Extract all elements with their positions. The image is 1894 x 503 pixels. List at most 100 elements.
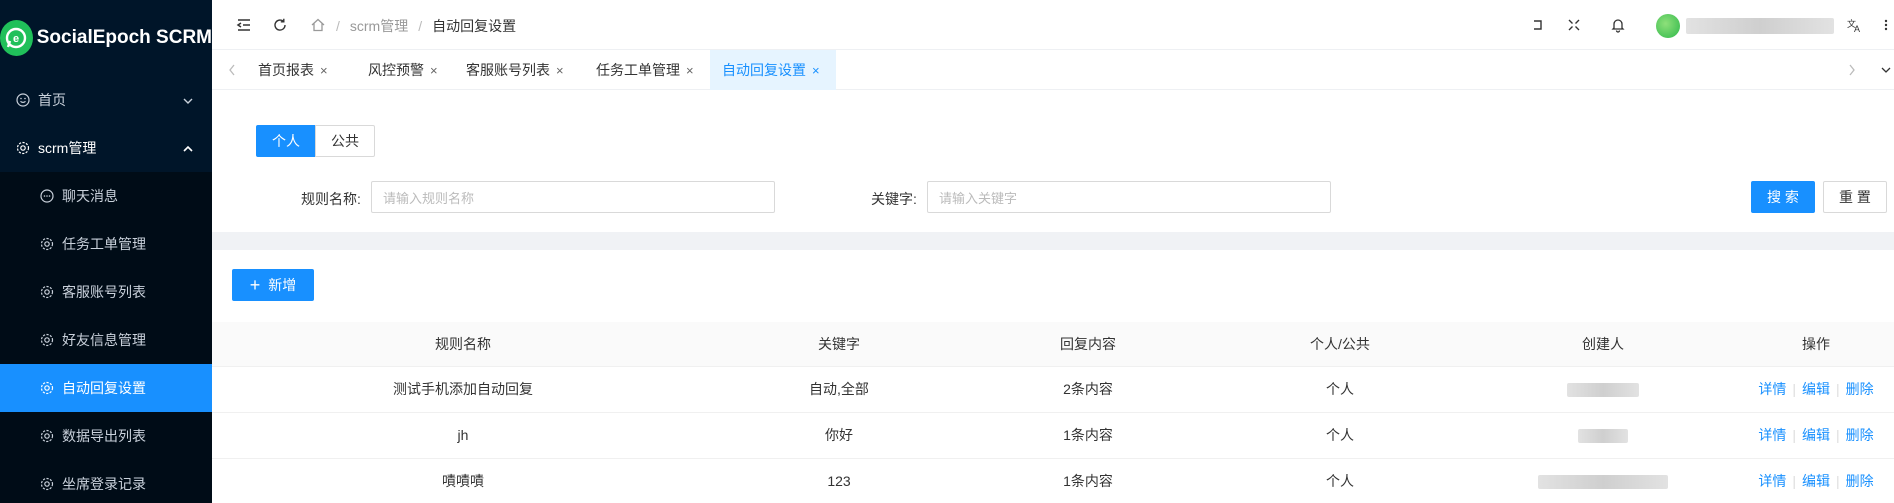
cell-creator	[1468, 458, 1738, 503]
sidebar-item-scrm[interactable]: scrm管理	[0, 124, 212, 172]
svg-text:A: A	[1854, 24, 1860, 33]
cell-keyword: 自动,全部	[714, 366, 964, 413]
cell-reply-content: 1条内容	[964, 412, 1212, 459]
edit-link[interactable]: 编辑	[1802, 473, 1830, 489]
more-icon[interactable]	[1876, 15, 1894, 35]
chat-icon	[40, 189, 54, 203]
plus-icon: +	[249, 275, 261, 295]
close-icon[interactable]: ×	[812, 63, 820, 78]
sidebar-item-label: scrm管理	[38, 140, 97, 156]
auto-reply-table: 规则名称 关键字 回复内容 个人/公共 创建人 操作 测试手机添加自动回复 自动…	[212, 322, 1894, 503]
segment-public[interactable]: 公共	[315, 125, 375, 157]
cell-actions: 详情 | 编辑 | 删除	[1738, 366, 1894, 413]
column-header-scope: 个人/公共	[1212, 322, 1468, 367]
sidebar-item-label: 数据导出列表	[62, 428, 146, 444]
blurred-creator	[1538, 475, 1668, 490]
sidebar-item-label: 任务工单管理	[62, 236, 146, 252]
tab-dashboard[interactable]: 首页报表 ×	[258, 50, 328, 90]
delete-link[interactable]: 删除	[1846, 427, 1874, 443]
cell-rule-name: 嘖嘖嘖	[212, 458, 714, 503]
cell-keyword: 123	[714, 458, 964, 503]
sidebar-item-seat-login[interactable]: 坐席登录记录	[0, 460, 212, 503]
app-title: SocialEpoch SCRM	[36, 27, 212, 48]
cell-rule-name: jh	[212, 412, 714, 459]
segment-personal[interactable]: 个人	[256, 125, 316, 157]
breadcrumb: / scrm管理 / 自动回复设置	[332, 16, 522, 36]
sidebar: e SocialEpoch SCRM 首页 scrm管理 聊天消息 任务工单管理…	[0, 0, 212, 503]
tab-auto-reply[interactable]: 自动回复设置 ×	[710, 50, 836, 90]
column-header-rule-name: 规则名称	[212, 322, 714, 367]
gear-icon	[40, 237, 54, 251]
chevron-right-icon[interactable]	[1842, 60, 1862, 80]
whatsapp-logo-icon: e	[0, 20, 33, 56]
detail-link[interactable]: 详情	[1758, 473, 1786, 489]
cell-rule-name: 测试手机添加自动回复	[212, 366, 714, 413]
rule-name-input[interactable]: 请输入规则名称	[371, 181, 775, 213]
breadcrumb-current: 自动回复设置	[432, 18, 517, 34]
edit-link[interactable]: 编辑	[1802, 381, 1830, 397]
sidebar-item-home[interactable]: 首页	[0, 76, 212, 124]
sidebar-item-friend-info[interactable]: 好友信息管理	[0, 316, 212, 364]
home-icon[interactable]	[308, 15, 328, 35]
search-button[interactable]: 搜 索	[1751, 181, 1815, 213]
gear-icon	[40, 381, 54, 395]
tab-label: 首页报表	[258, 62, 314, 78]
sidebar-item-label: 坐席登录记录	[62, 476, 146, 492]
avatar[interactable]	[1656, 14, 1680, 38]
close-icon[interactable]: ×	[430, 63, 438, 78]
sidebar-item-data-export[interactable]: 数据导出列表	[0, 412, 212, 460]
rule-name-label: 规则名称:	[301, 191, 361, 207]
delete-link[interactable]: 删除	[1846, 381, 1874, 397]
add-button-label: 新增	[268, 277, 297, 293]
translate-icon[interactable]: 文A	[1844, 15, 1864, 35]
tab-service-accounts[interactable]: 客服账号列表 ×	[466, 50, 564, 90]
top-header: / scrm管理 / 自动回复设置 文A	[212, 0, 1894, 50]
close-icon[interactable]: ×	[320, 63, 328, 78]
refresh-icon[interactable]	[270, 15, 290, 35]
svg-text:e: e	[13, 33, 19, 45]
chevron-down-icon	[182, 94, 194, 106]
chevron-down-icon[interactable]	[1876, 60, 1894, 80]
keyword-input[interactable]: 请输入关键字	[927, 181, 1331, 213]
tab-label: 任务工单管理	[596, 62, 680, 78]
sidebar-item-chat-messages[interactable]: 聊天消息	[0, 172, 212, 220]
bell-icon[interactable]	[1608, 15, 1628, 35]
edit-link[interactable]: 编辑	[1802, 427, 1830, 443]
cell-scope: 个人	[1212, 458, 1468, 503]
breadcrumb-item[interactable]: scrm管理	[350, 16, 408, 36]
exit-icon[interactable]	[1528, 15, 1548, 35]
cell-reply-content: 1条内容	[964, 458, 1212, 503]
divider: |	[1836, 427, 1840, 443]
blurred-username[interactable]	[1686, 18, 1834, 34]
gear-icon	[40, 477, 54, 491]
sidebar-item-service-accounts[interactable]: 客服账号列表	[0, 268, 212, 316]
menu-fold-icon[interactable]	[234, 15, 254, 35]
close-icon[interactable]: ×	[556, 63, 564, 78]
cell-keyword: 你好	[714, 412, 964, 459]
sidebar-item-auto-reply[interactable]: 自动回复设置	[0, 364, 212, 412]
sidebar-item-task-orders[interactable]: 任务工单管理	[0, 220, 212, 268]
tab-task-orders[interactable]: 任务工单管理 ×	[596, 50, 694, 90]
table-row: jh 你好 1条内容 个人 详情 | 编辑 | 删除	[212, 412, 1894, 459]
close-icon[interactable]: ×	[686, 63, 694, 78]
logo[interactable]: e SocialEpoch SCRM	[0, 0, 212, 76]
smile-icon	[16, 93, 30, 107]
cell-scope: 个人	[1212, 412, 1468, 459]
divider: |	[1836, 381, 1840, 397]
chevron-left-icon[interactable]	[222, 60, 242, 80]
cell-actions: 详情 | 编辑 | 删除	[1738, 458, 1894, 503]
fullscreen-icon[interactable]	[1564, 15, 1584, 35]
divider: |	[1792, 381, 1796, 397]
add-button[interactable]: + 新增	[232, 269, 314, 301]
delete-link[interactable]: 删除	[1846, 473, 1874, 489]
tab-risk-warning[interactable]: 风控预警 ×	[368, 50, 438, 90]
chevron-up-icon	[182, 142, 194, 154]
gear-icon	[16, 141, 30, 155]
detail-link[interactable]: 详情	[1758, 427, 1786, 443]
cell-actions: 详情 | 编辑 | 删除	[1738, 412, 1894, 459]
sidebar-item-label: 首页	[38, 92, 66, 108]
table-row: 测试手机添加自动回复 自动,全部 2条内容 个人 详情 | 编辑 | 删除	[212, 366, 1894, 413]
breadcrumb-separator: /	[418, 18, 423, 34]
reset-button[interactable]: 重 置	[1823, 181, 1887, 213]
detail-link[interactable]: 详情	[1758, 381, 1786, 397]
